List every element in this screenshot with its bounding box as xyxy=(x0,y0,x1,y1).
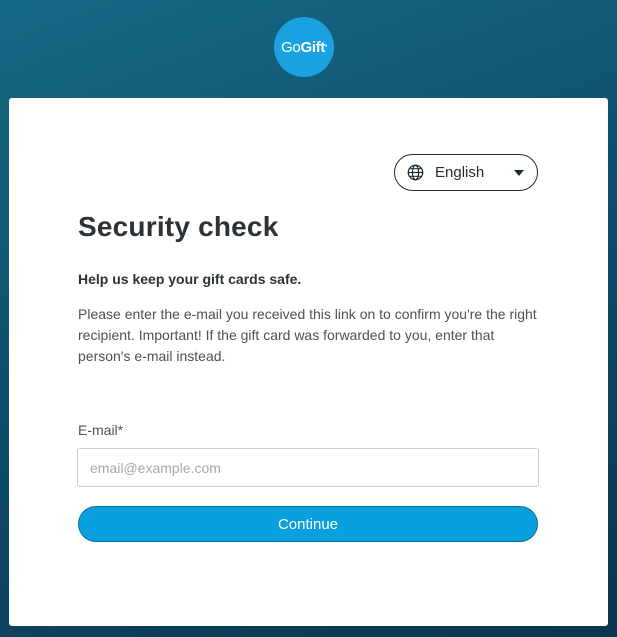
security-check-card: English Security check Help us keep your… xyxy=(9,98,608,626)
language-label: English xyxy=(435,164,485,181)
email-input[interactable] xyxy=(77,448,539,487)
gogift-logo[interactable]: Go Gift • xyxy=(274,17,334,77)
logo-mark: • xyxy=(325,44,327,50)
language-selector[interactable]: English xyxy=(394,154,538,191)
continue-button[interactable]: Continue xyxy=(78,506,538,542)
page-description: Please enter the e-mail you received thi… xyxy=(78,306,537,364)
email-label: E-mail* xyxy=(78,422,124,438)
chevron-down-icon xyxy=(514,170,524,176)
page-title: Security check xyxy=(78,211,279,242)
globe-icon xyxy=(407,164,424,181)
logo-text-bold: Gift xyxy=(300,38,326,56)
page-subtitle: Help us keep your gift cards safe. xyxy=(78,271,302,287)
logo-text-regular: Go xyxy=(281,38,301,56)
